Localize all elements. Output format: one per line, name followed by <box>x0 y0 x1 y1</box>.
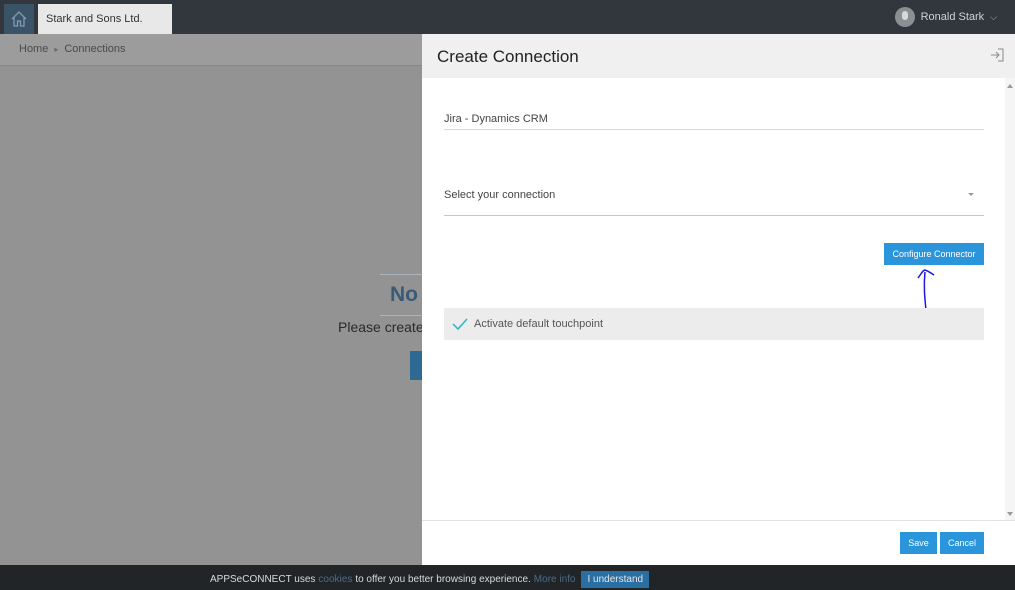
cookie-bar: APPSeCONNECT uses cookies to offer you b… <box>0 565 1015 590</box>
checkmark-icon <box>452 318 468 331</box>
chevron-down-icon: ⌵ <box>990 11 997 22</box>
more-info-link[interactable]: More info <box>534 574 576 585</box>
modal-scrollbar[interactable] <box>1005 78 1015 520</box>
connection-name-input[interactable] <box>444 108 984 130</box>
user-name: Ronald Stark <box>920 11 985 23</box>
caret-down-icon <box>968 193 974 196</box>
connection-select[interactable]: Select your connection <box>444 181 984 216</box>
breadcrumb: Home ▸ Connections <box>19 43 126 55</box>
save-button[interactable]: Save <box>900 532 937 554</box>
touchpoint-label: Activate default touchpoint <box>474 318 604 330</box>
breadcrumb-home[interactable]: Home <box>19 43 48 55</box>
modal-footer: Save Cancel <box>422 520 1015 565</box>
cancel-button[interactable]: Cancel <box>940 532 984 554</box>
modal-header: Create Connection <box>422 34 1015 78</box>
company-tab[interactable]: Stark and Sons Ltd. <box>38 4 172 34</box>
cookies-link[interactable]: cookies <box>318 574 352 585</box>
user-menu[interactable]: Ronald Stark ⌵ <box>894 7 997 27</box>
breadcrumb-separator-icon: ▸ <box>54 44 59 54</box>
cookie-message: APPSeCONNECT uses cookies to offer you b… <box>210 571 650 588</box>
create-connection-modal: Create Connection Select your connection… <box>422 34 1015 565</box>
top-bar: Stark and Sons Ltd. Ronald Stark ⌵ <box>0 0 1015 34</box>
empty-state-text: Please create <box>338 319 424 335</box>
i-understand-button[interactable]: I understand <box>581 571 650 588</box>
configure-connector-button[interactable]: Configure Connector <box>884 243 984 265</box>
cookie-text-after: to offer you better browsing experience. <box>355 574 531 585</box>
avatar <box>894 7 915 27</box>
scroll-up-icon[interactable] <box>1007 84 1013 88</box>
modal-title: Create Connection <box>437 47 579 66</box>
breadcrumb-connections[interactable]: Connections <box>64 43 125 55</box>
cookie-text-before: APPSeCONNECT uses <box>210 574 316 585</box>
connection-select-placeholder: Select your connection <box>444 189 556 201</box>
scroll-down-icon[interactable] <box>1007 512 1013 516</box>
modal-body: Select your connection Configure Connect… <box>422 78 1005 520</box>
exit-icon[interactable] <box>989 47 1005 63</box>
home-icon <box>11 11 27 27</box>
home-button[interactable] <box>4 4 34 34</box>
default-touchpoint-toggle[interactable]: Activate default touchpoint <box>444 308 984 340</box>
